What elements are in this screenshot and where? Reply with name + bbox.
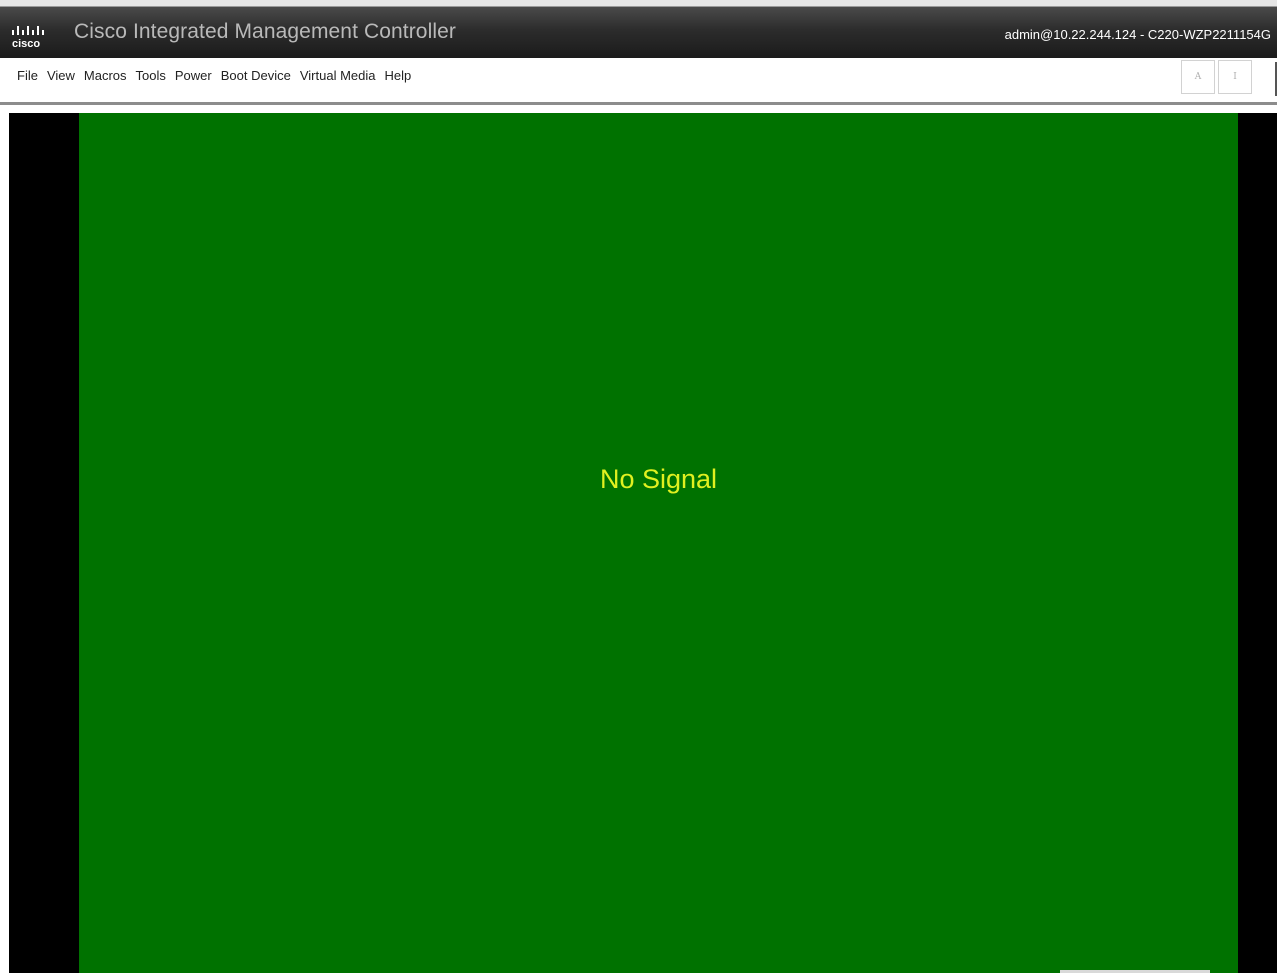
session-info: admin@10.22.244.124 - C220-WZP2211154G (1004, 27, 1271, 42)
menu-file[interactable]: File (17, 68, 38, 83)
menu-view[interactable]: View (47, 68, 75, 83)
menu-boot-device[interactable]: Boot Device (221, 68, 291, 83)
menu-virtual-media[interactable]: Virtual Media (300, 68, 376, 83)
menu-help[interactable]: Help (384, 68, 411, 83)
keyboard-indicator-insert[interactable]: I (1218, 60, 1252, 94)
title-bar: cisco Cisco Integrated Management Contro… (0, 0, 1277, 58)
window-top-edge (0, 0, 1277, 7)
menu-macros[interactable]: Macros (84, 68, 127, 83)
app-title: Cisco Integrated Management Controller (74, 20, 456, 43)
menu-items: File View Macros Tools Power Boot Device… (17, 68, 420, 83)
cisco-logo-icon: cisco (12, 26, 44, 50)
menu-tools[interactable]: Tools (136, 68, 166, 83)
menu-power[interactable]: Power (175, 68, 212, 83)
svg-text:cisco: cisco (12, 38, 40, 50)
keyboard-indicator-caps[interactable]: A (1181, 60, 1215, 94)
kvm-console-window: cisco Cisco Integrated Management Contro… (0, 0, 1277, 973)
no-signal-text: No Signal (599, 464, 718, 494)
remote-screen[interactable]: No Signal (79, 113, 1238, 973)
menu-bar: File View Macros Tools Power Boot Device… (0, 58, 1277, 104)
